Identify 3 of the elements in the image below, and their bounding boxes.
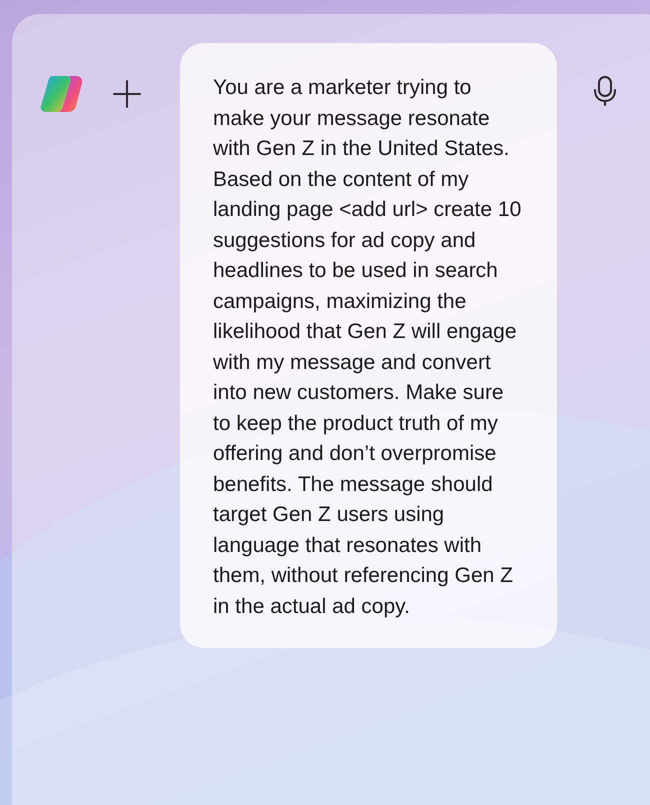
prompt-text: You are a marketer trying to make your message resonate with Gen Z in the United States. Based on the content of my landing page <add url> create 10 suggestions for ad copy and headlines to be used in search campaigns, maximizing the likelihood that Gen Z will engage with my message and convert into new customers. Make sure to keep the product truth of my offering and don’t overpromise benefits. The message should target Gen Z users using language that resonates with them, without referencing Gen Z in the actual ad copy. [213, 75, 522, 620]
microphone-icon[interactable] [593, 75, 617, 107]
plus-icon[interactable] [112, 79, 142, 109]
